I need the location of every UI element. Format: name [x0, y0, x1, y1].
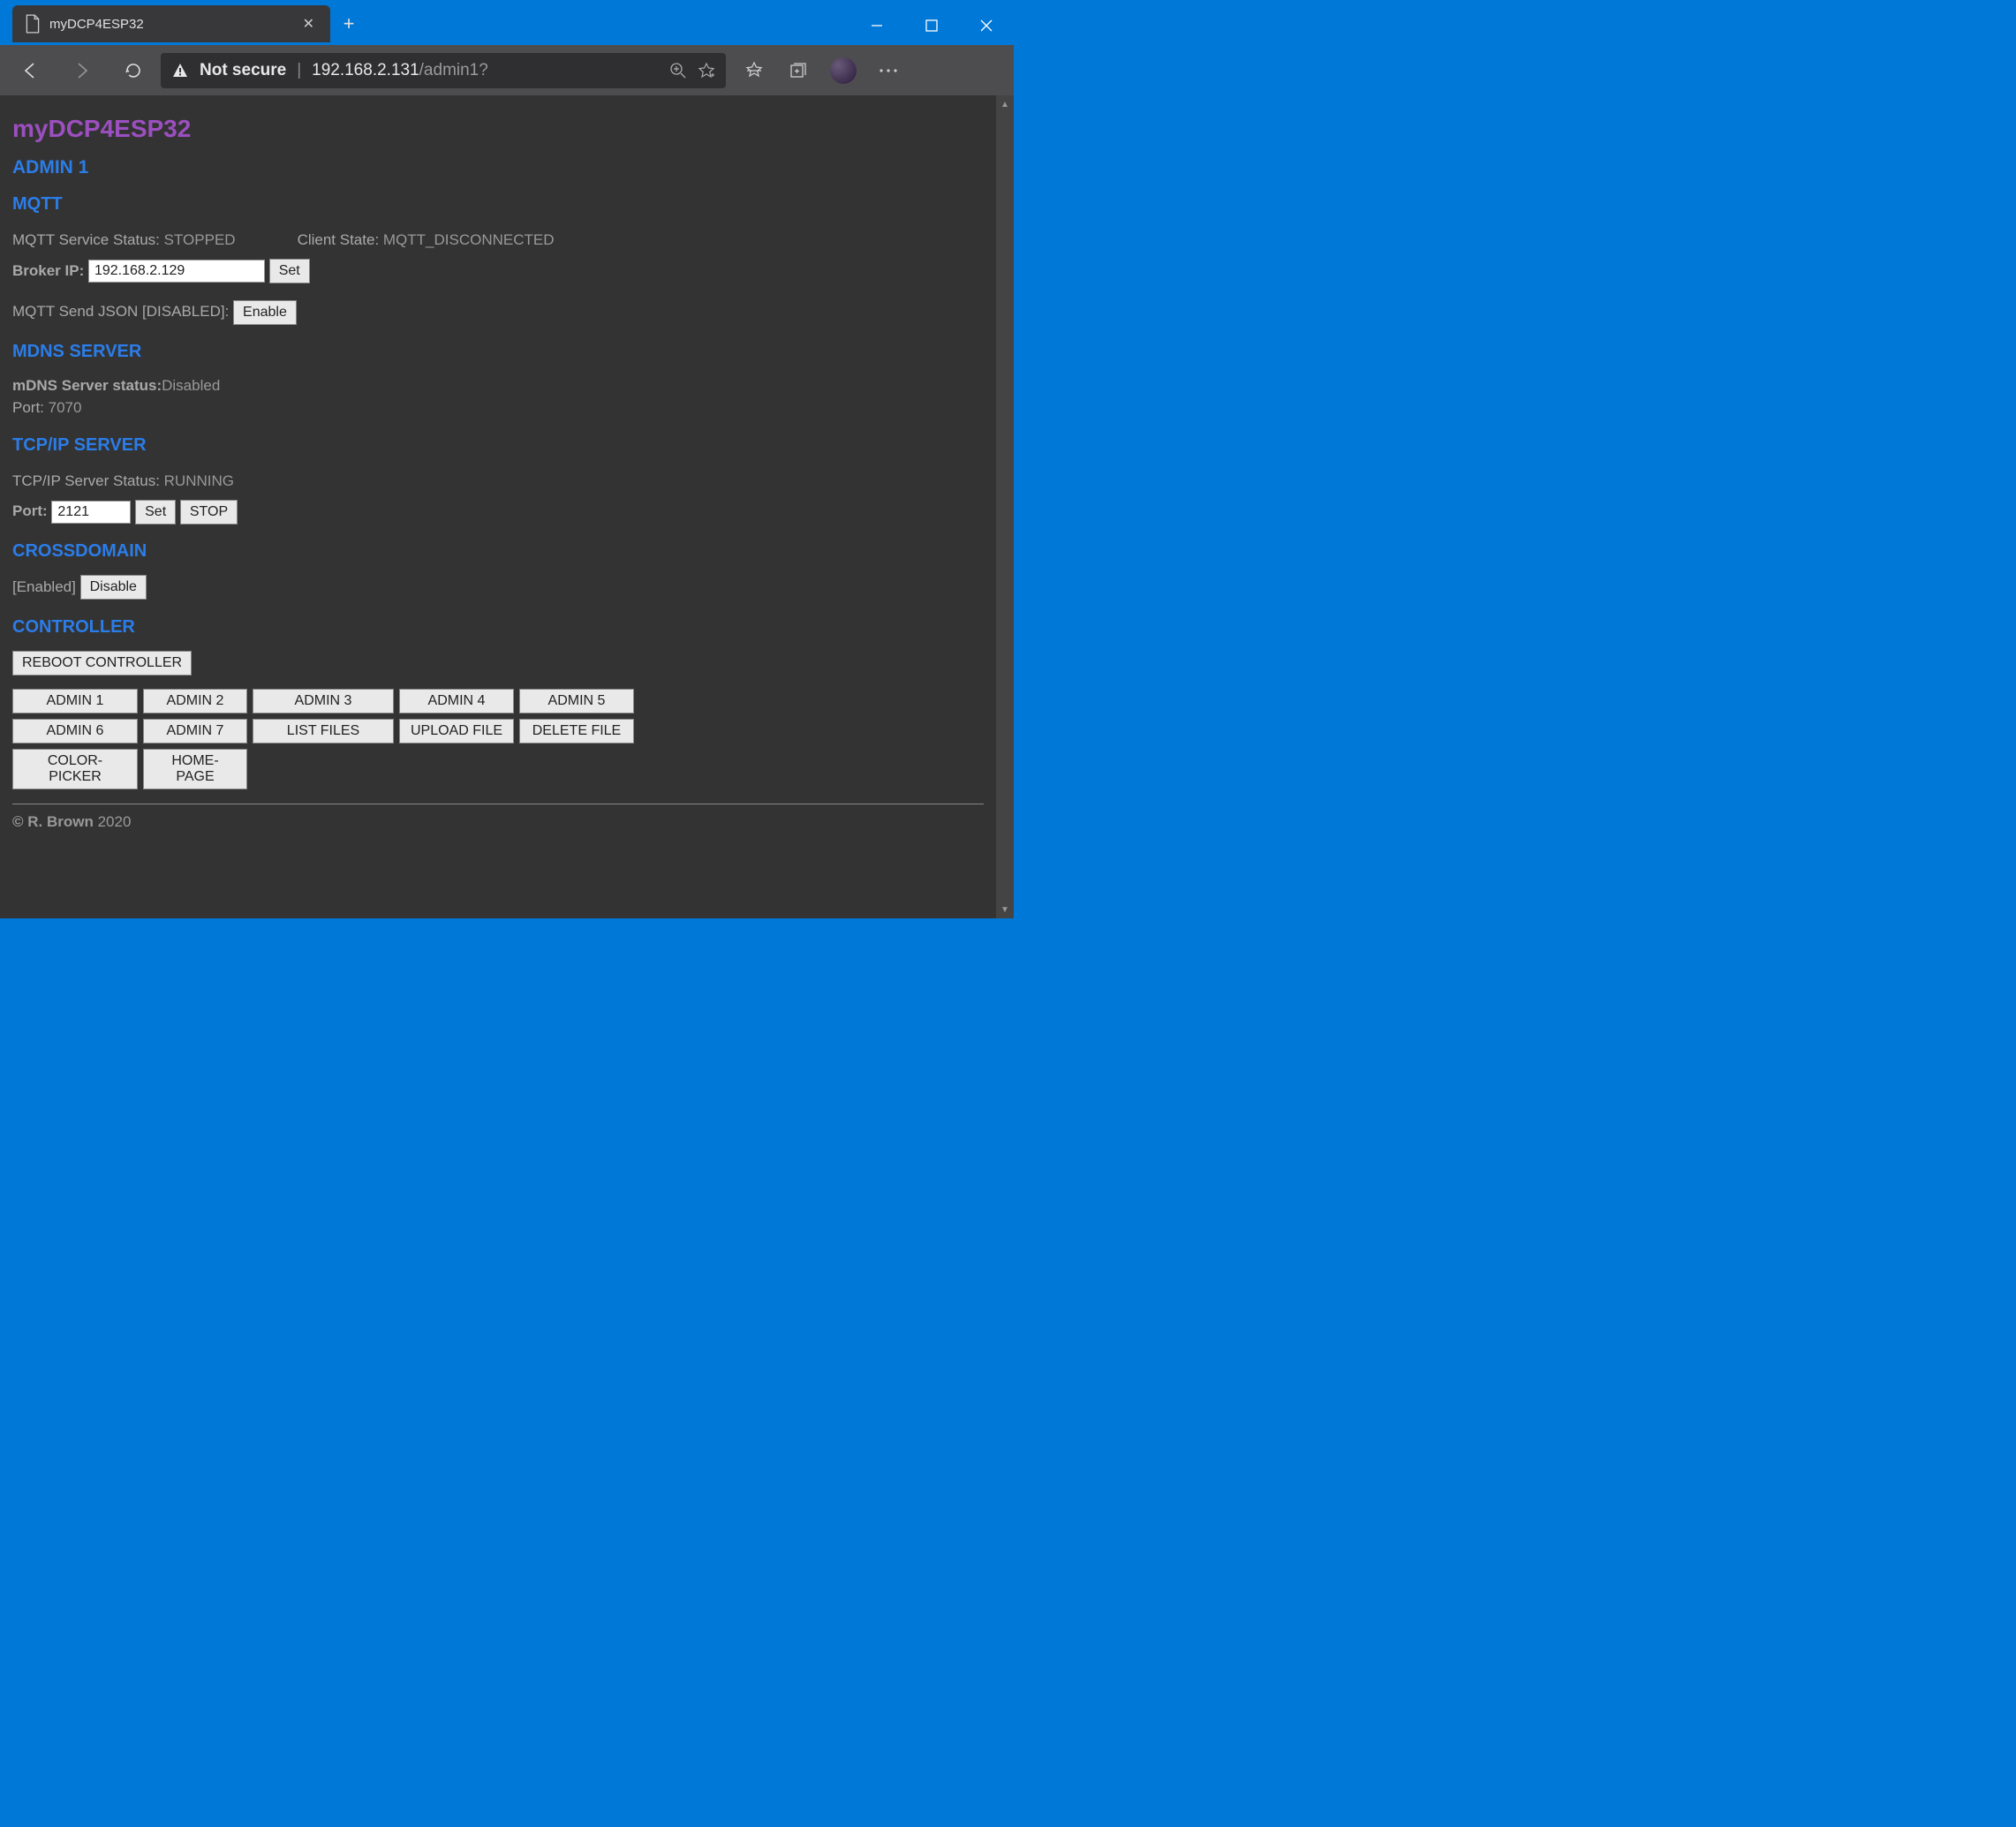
nav-admin5-button[interactable]: ADMIN 5: [519, 689, 634, 713]
window-maximize-button[interactable]: [904, 9, 959, 42]
not-secure-label: Not secure: [200, 61, 286, 80]
tcpip-status-value: RUNNING: [164, 472, 234, 489]
url-path: /admin1?: [419, 61, 488, 79]
url-separator: |: [297, 61, 301, 80]
mqtt-enable-button[interactable]: Enable: [233, 300, 297, 325]
tcpip-port-label: Port:: [12, 502, 51, 519]
mqtt-send-json-label: MQTT Send JSON [DISABLED]:: [12, 303, 233, 320]
warning-icon: [171, 62, 189, 79]
nav-admin7-button[interactable]: ADMIN 7: [143, 719, 247, 744]
broker-ip-set-button[interactable]: Set: [269, 259, 310, 283]
zoom-icon[interactable]: [669, 62, 687, 79]
crossdomain-disable-button[interactable]: Disable: [80, 575, 147, 600]
more-menu-icon[interactable]: [867, 51, 910, 90]
crossdomain-heading: CROSSDOMAIN: [12, 541, 984, 562]
page-content: myDCP4ESP32 ADMIN 1 MQTT MQTT Service St…: [0, 95, 996, 918]
address-bar[interactable]: Not secure | 192.168.2.131/admin1?: [161, 53, 726, 88]
reboot-controller-button[interactable]: REBOOT CONTROLLER: [12, 651, 192, 676]
tcpip-stop-button[interactable]: STOP: [180, 500, 238, 525]
footer: © R. Brown 2020: [12, 813, 984, 831]
mqtt-client-state-label: Client State:: [298, 231, 383, 248]
window-minimize-button[interactable]: [849, 9, 904, 42]
nav-admin4-button[interactable]: ADMIN 4: [399, 689, 514, 713]
broker-ip-input[interactable]: [88, 260, 265, 283]
collections-icon[interactable]: [777, 51, 819, 90]
mdns-status-label: mDNS Server status:: [12, 377, 162, 394]
nav-listfiles-button[interactable]: LIST FILES: [253, 719, 394, 744]
scroll-down-icon[interactable]: ▼: [996, 901, 1014, 918]
tcpip-set-button[interactable]: Set: [135, 500, 176, 525]
mqtt-service-status-label: MQTT Service Status:: [12, 231, 164, 248]
nav-deletefile-button[interactable]: DELETE FILE: [519, 719, 634, 744]
crossdomain-status: [Enabled]: [12, 578, 76, 595]
window-titlebar: myDCP4ESP32 ✕ +: [0, 0, 1014, 42]
document-icon: [25, 14, 41, 34]
controller-heading: CONTROLLER: [12, 617, 984, 638]
page-header: ADMIN 1: [12, 157, 984, 178]
refresh-button[interactable]: [109, 51, 157, 90]
nav-uploadfile-button[interactable]: UPLOAD FILE: [399, 719, 514, 744]
mqtt-client-state-value: MQTT_DISCONNECTED: [383, 231, 555, 248]
mqtt-heading: MQTT: [12, 194, 984, 215]
nav-admin6-button[interactable]: ADMIN 6: [12, 719, 138, 744]
new-tab-button[interactable]: +: [330, 5, 367, 42]
mdns-port-label: Port:: [12, 399, 49, 416]
mdns-status-value: Disabled: [162, 377, 220, 394]
broker-ip-label: Broker IP:: [12, 262, 88, 279]
vertical-scrollbar[interactable]: ▲ ▼: [996, 95, 1014, 918]
forward-button[interactable]: [58, 51, 106, 90]
nav-admin3-button[interactable]: ADMIN 3: [253, 689, 394, 713]
mqtt-service-status-value: STOPPED: [164, 231, 236, 248]
tab-title: myDCP4ESP32: [49, 17, 299, 32]
nav-admin1-button[interactable]: ADMIN 1: [12, 689, 138, 713]
footer-year: 2020: [98, 813, 132, 830]
tcpip-port-input[interactable]: [51, 501, 131, 524]
nav-colorpicker-button[interactable]: COLOR-PICKER: [12, 749, 138, 789]
browser-tab[interactable]: myDCP4ESP32 ✕: [12, 5, 330, 42]
app-title: myDCP4ESP32: [12, 115, 984, 143]
favorites-icon[interactable]: [733, 51, 775, 90]
tcpip-heading: TCP/IP SERVER: [12, 435, 984, 456]
scroll-up-icon[interactable]: ▲: [996, 95, 1014, 113]
back-button[interactable]: [7, 51, 55, 90]
favorite-add-icon[interactable]: [698, 62, 715, 79]
nav-admin2-button[interactable]: ADMIN 2: [143, 689, 247, 713]
browser-toolbar: Not secure | 192.168.2.131/admin1?: [0, 42, 1014, 95]
mdns-port-value: 7070: [49, 399, 82, 416]
nav-homepage-button[interactable]: HOME-PAGE: [143, 749, 247, 789]
url-host: 192.168.2.131: [312, 61, 419, 79]
profile-avatar[interactable]: [830, 57, 857, 84]
tcpip-status-label: TCP/IP Server Status:: [12, 472, 164, 489]
window-close-button[interactable]: [959, 9, 1014, 42]
url-text: 192.168.2.131/admin1?: [312, 61, 488, 80]
mdns-heading: MDNS SERVER: [12, 342, 984, 362]
tab-close-icon[interactable]: ✕: [299, 15, 318, 33]
footer-copyright: © R. Brown: [12, 813, 98, 830]
